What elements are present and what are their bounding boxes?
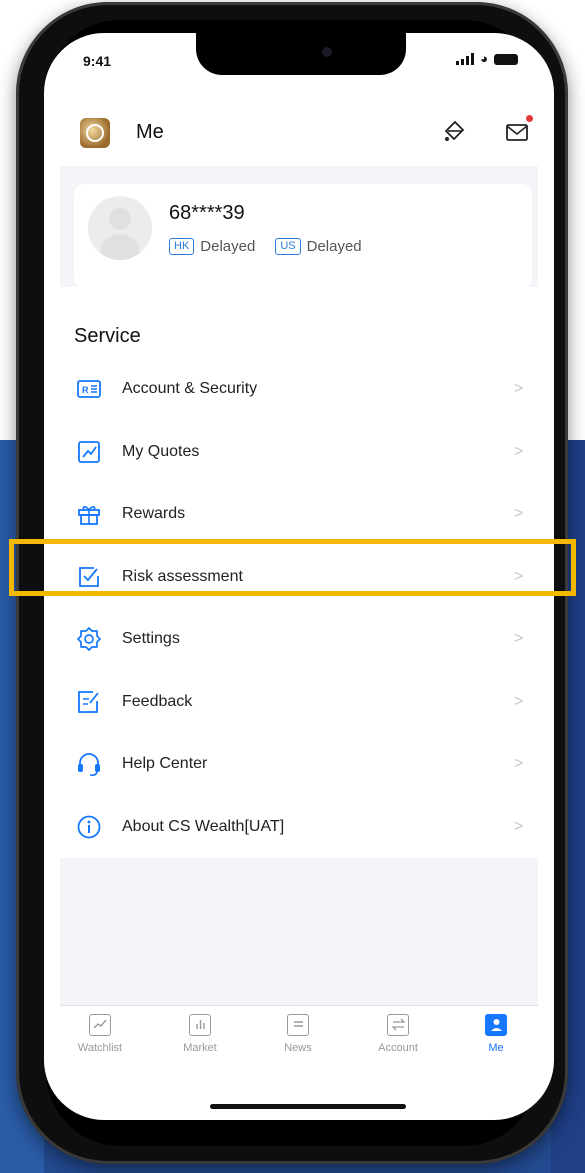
- svg-text:R: R: [82, 385, 89, 395]
- tab-account[interactable]: Account: [358, 1014, 438, 1054]
- person-icon: [485, 1014, 507, 1036]
- chart-line-icon: [78, 440, 100, 463]
- market-status-hk: Delayed: [200, 238, 256, 255]
- chevron-right-icon: >: [514, 380, 524, 398]
- status-icons: ◕: [456, 51, 518, 66]
- tab-label: Account: [378, 1042, 418, 1054]
- account-id: 68****39: [169, 202, 245, 224]
- page-header: Me: [44, 95, 554, 165]
- menu-item-about[interactable]: About CS Wealth[UAT] >: [44, 796, 554, 859]
- watchlist-icon: [89, 1014, 111, 1036]
- chevron-right-icon: >: [514, 630, 524, 648]
- menu-label: Rewards: [122, 505, 186, 523]
- news-icon: [287, 1014, 309, 1036]
- gift-icon: [78, 506, 100, 526]
- message-mail-icon[interactable]: [504, 119, 530, 145]
- info-icon: [77, 815, 101, 839]
- tab-watchlist[interactable]: Watchlist: [60, 1014, 140, 1054]
- chevron-right-icon: >: [514, 692, 524, 710]
- id-card-icon: R: [77, 380, 101, 399]
- menu-item-settings[interactable]: Settings >: [44, 608, 554, 671]
- chevron-right-icon: >: [514, 505, 524, 523]
- tab-label: Me: [488, 1042, 504, 1054]
- profile-section: 68****39 HK Delayed US Delayed: [60, 166, 538, 288]
- market-tag-hk: HK: [169, 238, 195, 255]
- avatar[interactable]: [88, 196, 152, 260]
- gear-icon: [77, 627, 101, 652]
- camera-icon: [322, 47, 332, 57]
- notch: [196, 33, 406, 75]
- menu-label: Settings: [122, 630, 180, 648]
- menu-label: Help Center: [122, 755, 208, 773]
- market-quote-status: HK Delayed US Delayed: [169, 238, 362, 255]
- menu-label: Account & Security: [122, 380, 258, 398]
- account-transfer-icon: [387, 1014, 409, 1036]
- menu-item-account-security[interactable]: R Account & Security >: [44, 358, 554, 421]
- menu-item-feedback[interactable]: Feedback >: [44, 671, 554, 734]
- menu-label: About CS Wealth[UAT]: [122, 817, 285, 835]
- wifi-icon: ◕: [480, 51, 488, 66]
- section-title: Service: [74, 325, 141, 347]
- menu-item-my-quotes[interactable]: My Quotes >: [44, 421, 554, 484]
- battery-icon: [494, 53, 518, 65]
- market-status-us: Delayed: [306, 238, 362, 255]
- page-title: Me: [136, 121, 164, 143]
- profile-card[interactable]: 68****39 HK Delayed US Delayed: [74, 184, 532, 288]
- market-tag-us: US: [275, 238, 301, 255]
- theme-paint-icon[interactable]: [442, 117, 468, 143]
- status-time: 9:41: [83, 53, 112, 69]
- tab-label: News: [284, 1042, 312, 1054]
- menu-label: My Quotes: [122, 442, 200, 460]
- menu-item-rewards[interactable]: Rewards >: [44, 483, 554, 546]
- chevron-right-icon: >: [514, 817, 524, 835]
- edit-note-icon: [78, 690, 99, 713]
- tab-news[interactable]: News: [258, 1014, 338, 1054]
- tab-label: Market: [183, 1042, 217, 1054]
- empty-content-area: [60, 858, 538, 1006]
- highlight-box: [9, 539, 576, 596]
- signal-icon: [456, 53, 475, 65]
- tab-market[interactable]: Market: [160, 1014, 240, 1054]
- service-menu: R Account & Security > My Quotes > Rewar…: [44, 358, 554, 858]
- headset-icon: [78, 753, 100, 777]
- tab-label: Watchlist: [77, 1042, 123, 1054]
- menu-item-help-center[interactable]: Help Center >: [44, 733, 554, 796]
- app-logo: [80, 118, 110, 148]
- home-indicator: [210, 1104, 406, 1109]
- menu-label: Feedback: [122, 692, 193, 710]
- bottom-tab-bar: Watchlist Market News Account Me: [60, 1005, 538, 1076]
- market-icon: [189, 1014, 211, 1036]
- tab-me[interactable]: Me: [456, 1014, 536, 1054]
- chevron-right-icon: >: [514, 755, 524, 773]
- chevron-right-icon: >: [514, 442, 524, 460]
- notification-dot: [526, 115, 533, 122]
